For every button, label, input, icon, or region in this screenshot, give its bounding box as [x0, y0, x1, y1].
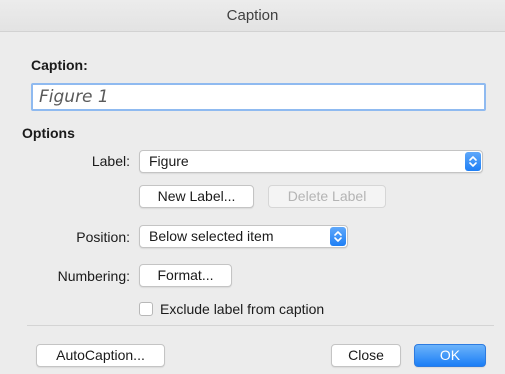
label-row-label: Label: — [91, 153, 130, 169]
label-popup-value: Figure — [149, 153, 189, 169]
delete-label-button[interactable]: Delete Label — [268, 185, 386, 208]
caption-dialog: Caption Caption: Options Label: Figure N… — [0, 0, 505, 374]
caption-input[interactable] — [31, 83, 486, 111]
position-row-label: Position: — [76, 229, 130, 245]
chevron-up-down-icon — [465, 152, 481, 171]
new-label-button[interactable]: New Label... — [139, 185, 254, 208]
exclude-label-checkbox-label[interactable]: Exclude label from caption — [160, 301, 324, 317]
exclude-label-checkbox[interactable] — [139, 302, 153, 316]
label-popup[interactable]: Figure — [139, 150, 483, 173]
window-title: Caption — [0, 0, 505, 32]
autocaption-button[interactable]: AutoCaption... — [36, 344, 165, 367]
close-button[interactable]: Close — [331, 344, 401, 367]
position-popup[interactable]: Below selected item — [139, 225, 348, 248]
ok-button[interactable]: OK — [414, 344, 486, 367]
caption-section-label: Caption: — [31, 57, 88, 73]
numbering-row-label: Numbering: — [57, 268, 130, 284]
options-section-label: Options — [22, 125, 75, 141]
footer-separator — [27, 325, 494, 326]
position-popup-value: Below selected item — [149, 228, 274, 244]
chevron-up-down-icon — [330, 227, 346, 246]
format-button[interactable]: Format... — [139, 264, 232, 287]
